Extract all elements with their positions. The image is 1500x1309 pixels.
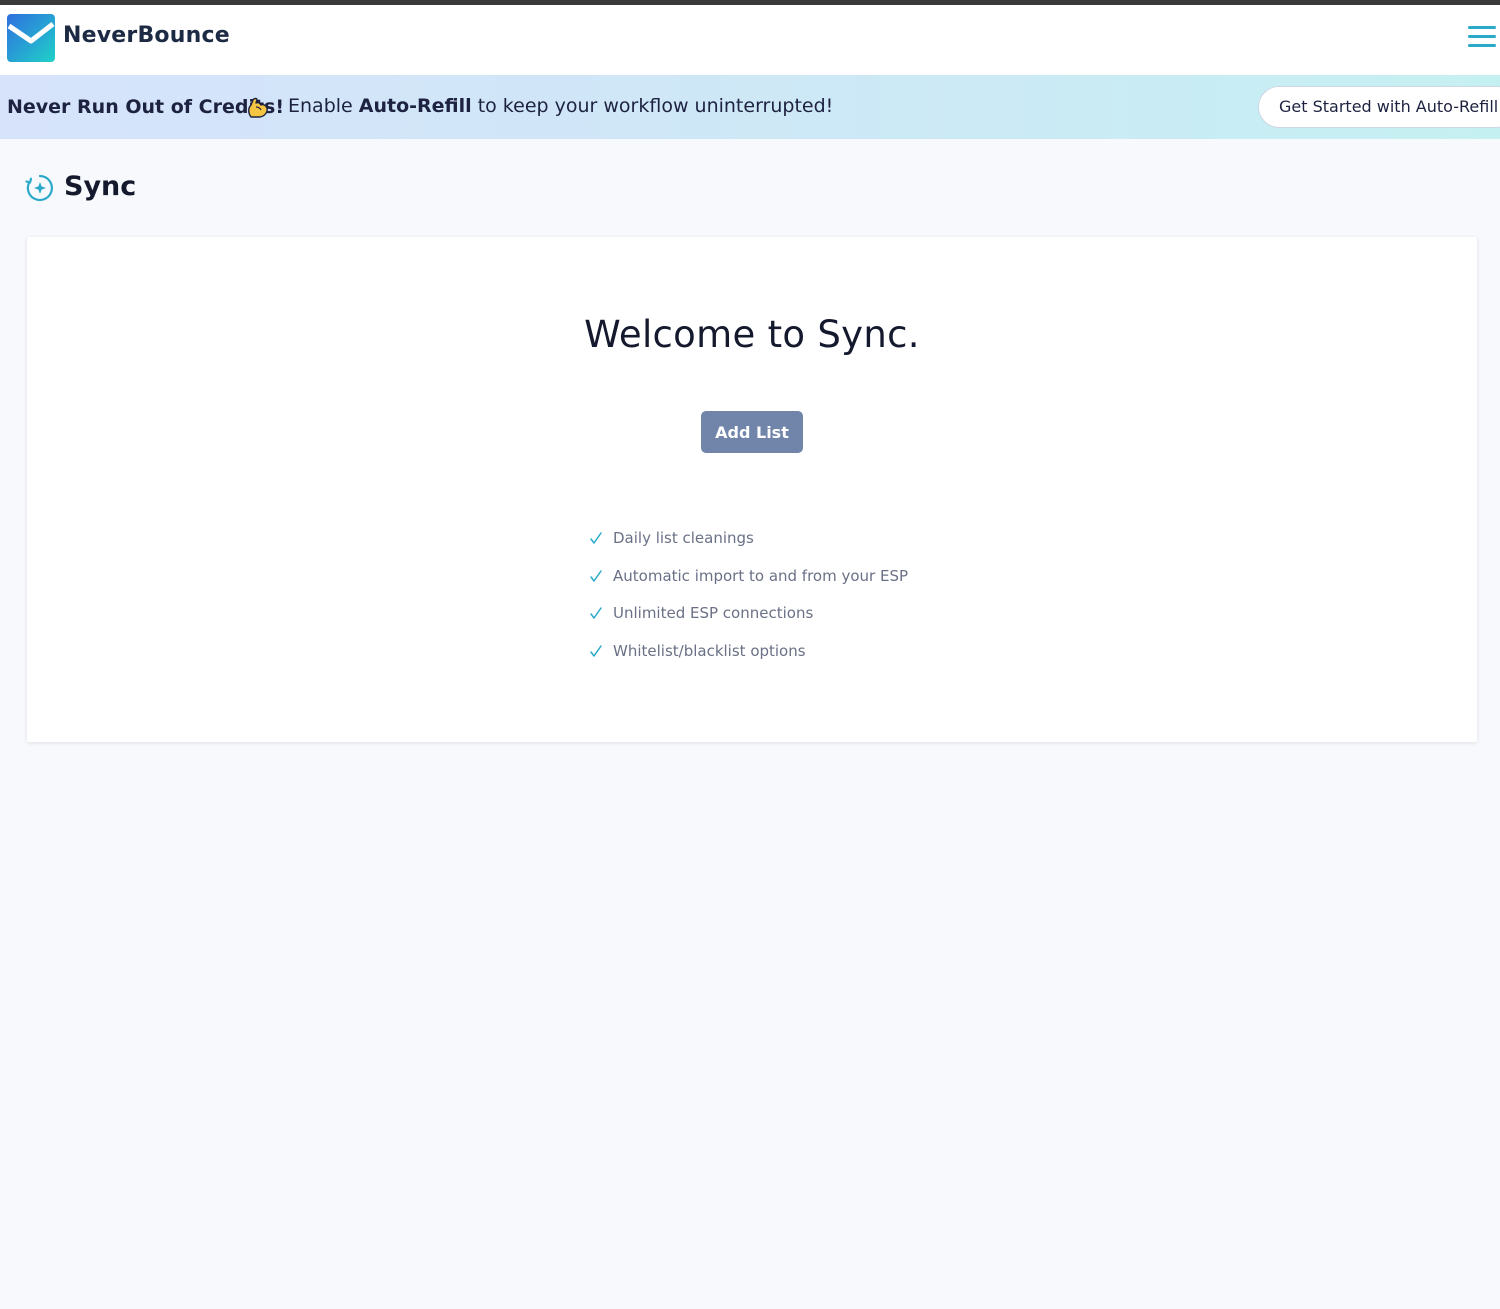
list-item: Daily list cleanings [589, 529, 908, 567]
page-title: Sync [64, 171, 137, 202]
banner-text-before: Enable [288, 95, 359, 117]
add-list-button[interactable]: Add List [701, 411, 803, 453]
brand-name: NeverBounce [63, 23, 230, 48]
feature-text: Unlimited ESP connections [613, 604, 814, 622]
check-icon [590, 644, 602, 657]
feature-text: Automatic import to and from your ESP [613, 566, 909, 585]
list-item: Automatic import to and from your ESP [589, 567, 908, 605]
check-icon [590, 607, 602, 619]
feature-text: Whitelist/blacklist options [613, 641, 806, 660]
get-started-auto-refill-button[interactable]: Get Started with Auto-Refill [1258, 86, 1500, 128]
list-item: Whitelist/blacklist options [589, 642, 908, 680]
banner-text-after: to keep your workflow uninterrupted! [471, 95, 834, 117]
auto-refill-banner: Never Run Out of Credits! Enable Auto-Re… [0, 75, 1500, 139]
hamburger-menu-icon[interactable] [1468, 26, 1496, 50]
banner-message: Enable Auto-Refill to keep your workflow… [288, 95, 833, 117]
app-header: NeverBounce [0, 5, 1500, 75]
list-item: Unlimited ESP connections [589, 604, 908, 642]
feature-text: Daily list cleanings [613, 529, 754, 547]
banner-headline: Never Run Out of Credits! [7, 96, 285, 118]
envelope-logo-icon[interactable] [7, 14, 55, 62]
check-icon [590, 569, 602, 582]
banner-text-bold: Auto-Refill [358, 95, 472, 117]
welcome-heading: Welcome to Sync. [584, 313, 920, 356]
sync-icon [25, 174, 53, 202]
welcome-card: Welcome to Sync. Add List Daily list cle… [27, 237, 1477, 742]
feature-list: Daily list cleanings Automatic import to… [589, 529, 908, 679]
flexed-biceps-icon [248, 97, 268, 118]
check-icon [590, 532, 602, 544]
